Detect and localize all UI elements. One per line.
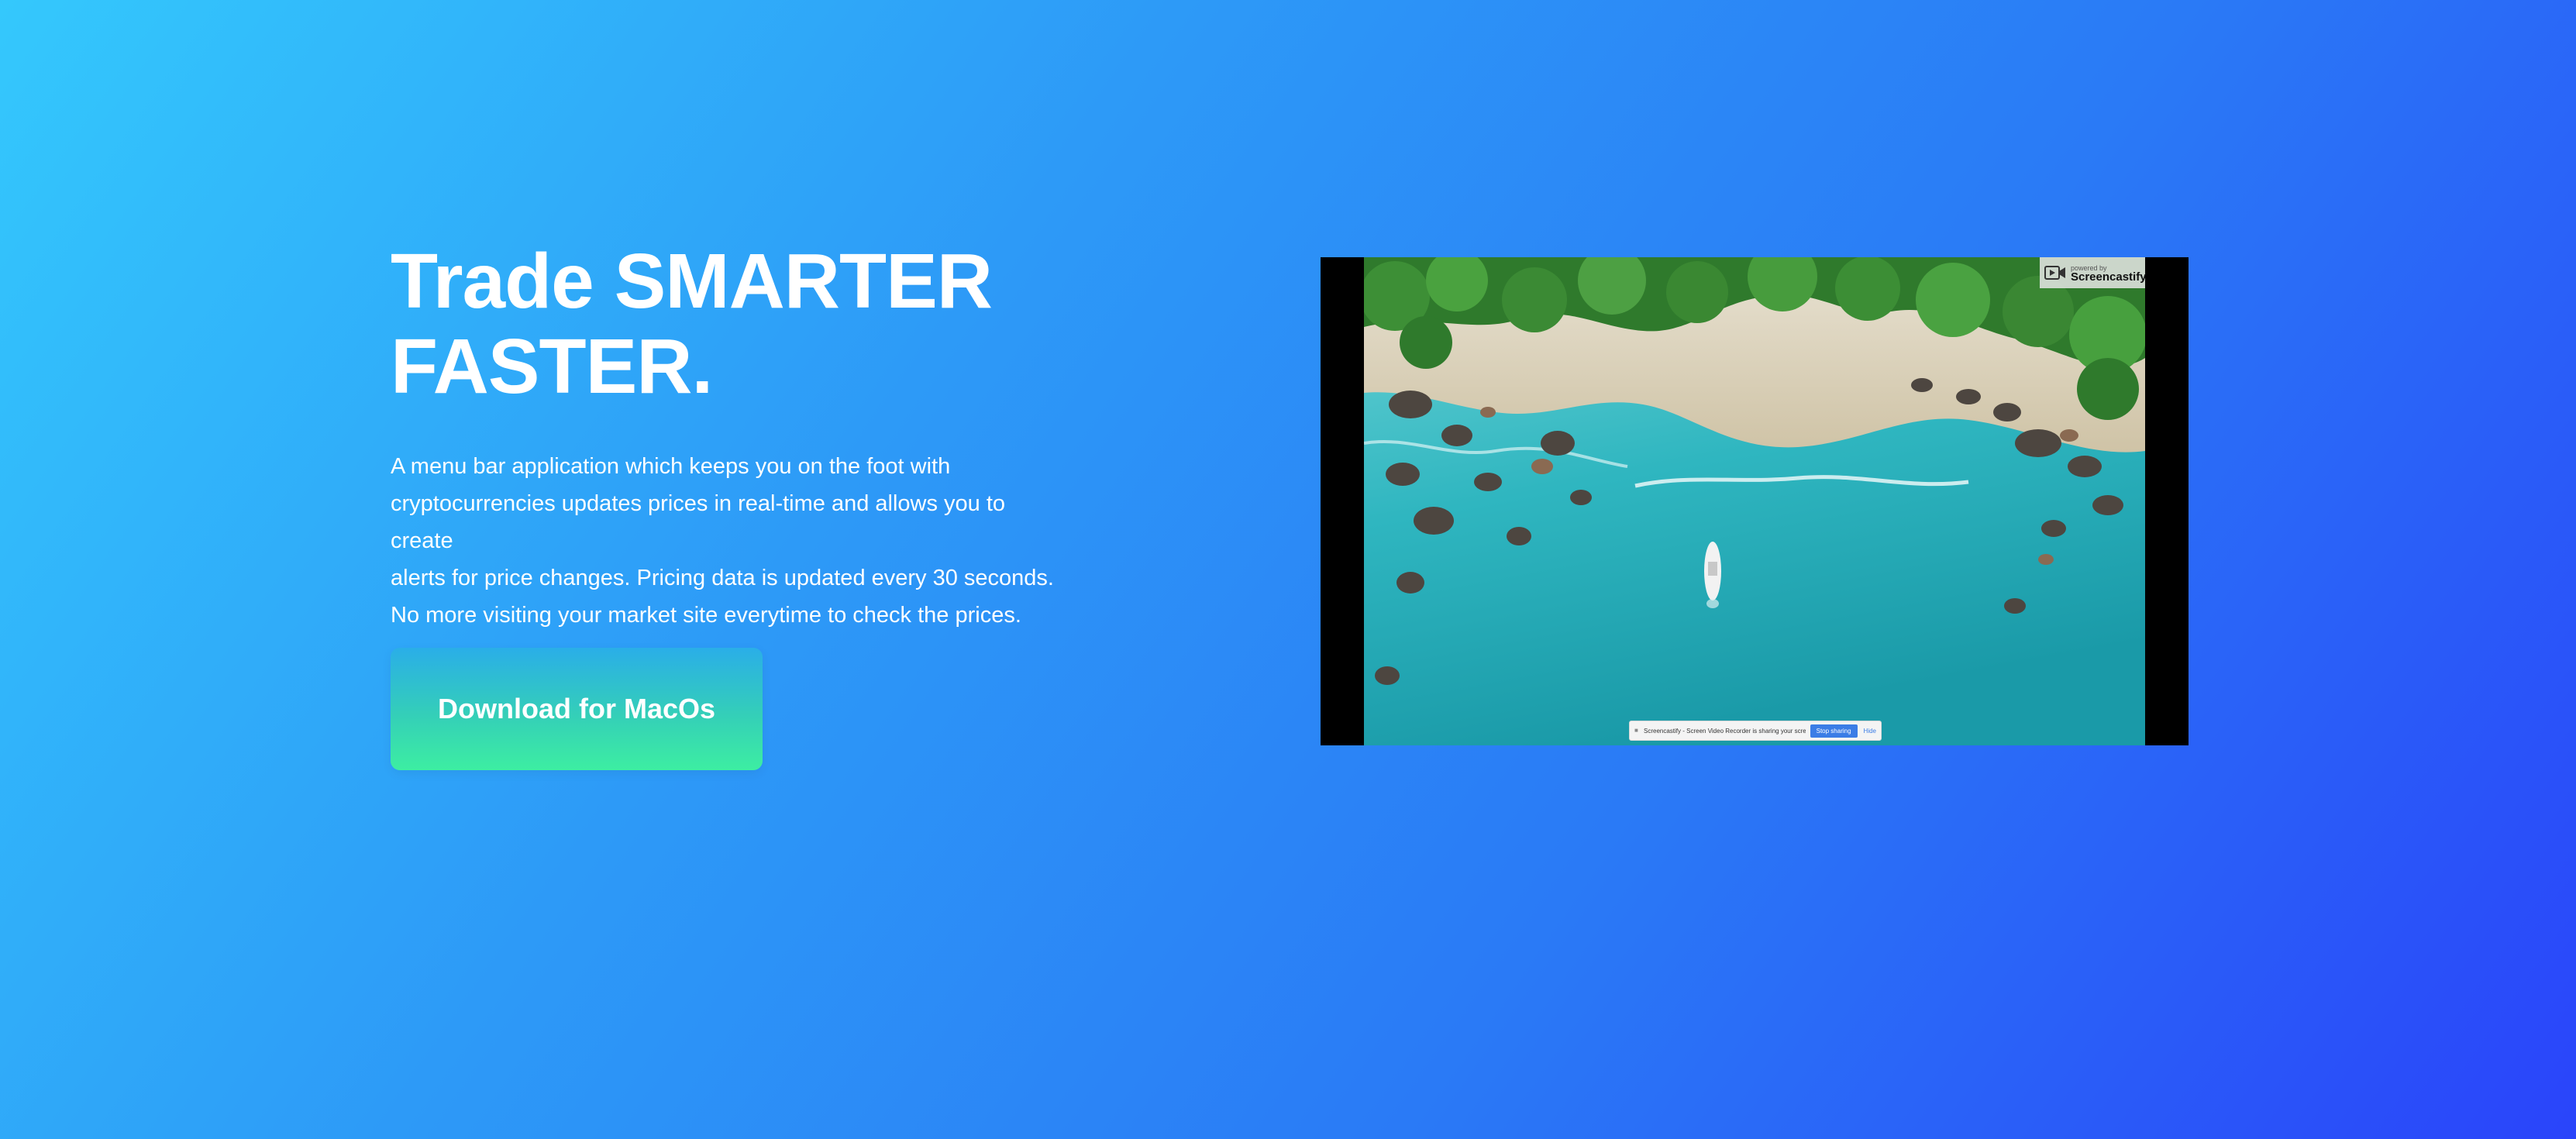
watermark-brand: Screencastify [2071,270,2147,284]
screencastify-watermark: powered by Screencastify [2040,257,2147,288]
aerial-beach-video [1364,257,2145,745]
screencastify-logo-icon [2044,263,2066,282]
hero-section: Trade SMARTER FASTER. A menu bar applica… [391,239,1088,634]
headline-line-1: Trade SMARTER [391,238,993,325]
screen-share-icon: ■ [1634,727,1638,734]
stop-sharing-button[interactable]: Stop sharing [1810,724,1858,738]
description-line: A menu bar application which keeps you o… [391,454,951,479]
hero-headline: Trade SMARTER FASTER. [391,239,1088,409]
description-line: alerts for price changes. Pricing data i… [391,566,1054,590]
video-player[interactable]: powered by Screencastify ■ Screencastify… [1321,257,2189,745]
headline-line-2: FASTER. [391,323,713,410]
hero-description: A menu bar application which keeps you o… [391,448,1073,634]
description-line: No more visiting your market site everyt… [391,603,1021,628]
download-macos-button[interactable]: Download for MacOs [391,648,763,770]
screen-sharing-message: Screencastify - Screen Video Recorder is… [1644,727,1806,735]
description-line: cryptocurrencies updates prices in real-… [391,491,1006,553]
hide-button[interactable]: Hide [1864,728,1876,735]
screen-sharing-bar: ■ Screencastify - Screen Video Recorder … [1629,721,1882,741]
